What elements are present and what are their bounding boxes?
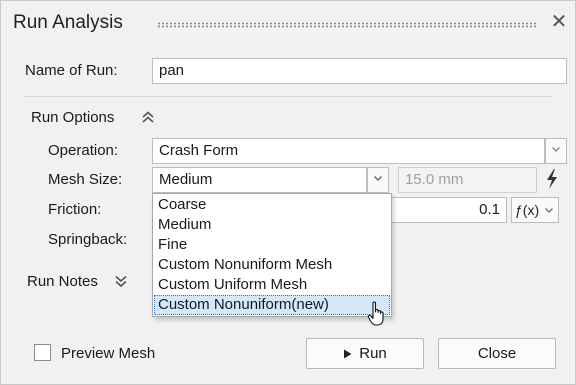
mesh-size-dropdown-button[interactable] xyxy=(367,167,389,193)
mesh-size-label: Mesh Size: xyxy=(48,171,123,188)
run-name-label: Name of Run: xyxy=(25,62,118,79)
mesh-option-coarse[interactable]: Coarse xyxy=(154,195,390,215)
close-icon[interactable]: ✕ xyxy=(550,12,568,32)
title-bar[interactable]: Run Analysis ✕ xyxy=(1,1,575,45)
preview-mesh-label: Preview Mesh xyxy=(61,345,156,362)
close-button-label: Close xyxy=(477,345,517,362)
chevron-double-up-icon[interactable] xyxy=(141,110,155,124)
chevron-down-icon xyxy=(374,176,382,181)
springback-label: Springback: xyxy=(48,231,128,248)
mesh-size-dropdown-list: Coarse Medium Fine Custom Nonuniform Mes… xyxy=(152,193,392,317)
mesh-option-custom-nonuniform[interactable]: Custom Nonuniform Mesh xyxy=(154,255,390,275)
operation-dropdown-button[interactable] xyxy=(545,138,567,164)
run-name-input[interactable]: pan xyxy=(152,58,567,84)
chevron-double-down-icon[interactable] xyxy=(114,274,128,288)
mesh-option-fine[interactable]: Fine xyxy=(154,235,390,255)
friction-input[interactable]: 0.1 xyxy=(391,197,507,223)
run-analysis-dialog: Run Analysis ✕ Name of Run: pan Run Opti… xyxy=(0,0,576,385)
function-expression-button[interactable]: ƒ(x) xyxy=(511,197,559,223)
chevron-down-icon xyxy=(545,208,553,213)
drag-grip-handle[interactable] xyxy=(157,22,537,28)
dialog-title: Run Analysis xyxy=(13,12,123,33)
mesh-option-custom-nonuniform-new[interactable]: Custom Nonuniform(new) xyxy=(154,295,390,315)
hand-cursor-icon xyxy=(367,301,384,326)
preview-mesh-checkbox[interactable] xyxy=(34,344,51,361)
function-icon: ƒ(x) xyxy=(515,202,540,218)
mesh-size-select[interactable]: Medium xyxy=(152,167,367,193)
mesh-size-value-input: 15.0 mm xyxy=(398,167,537,193)
close-button[interactable]: Close xyxy=(438,338,556,369)
play-icon xyxy=(344,349,352,359)
run-notes-label: Run Notes xyxy=(27,273,98,290)
friction-label: Friction: xyxy=(48,201,102,218)
run-button[interactable]: Run xyxy=(306,338,424,369)
mesh-option-medium[interactable]: Medium xyxy=(154,215,390,235)
mesh-option-custom-uniform[interactable]: Custom Uniform Mesh xyxy=(154,275,390,295)
operation-label: Operation: xyxy=(48,142,119,159)
chevron-down-icon xyxy=(552,147,560,152)
divider xyxy=(23,96,553,97)
run-button-label: Run xyxy=(359,345,387,362)
lightning-bolt-icon[interactable] xyxy=(545,167,559,191)
operation-select[interactable]: Crash Form xyxy=(152,138,545,164)
run-options-label: Run Options xyxy=(31,109,115,126)
